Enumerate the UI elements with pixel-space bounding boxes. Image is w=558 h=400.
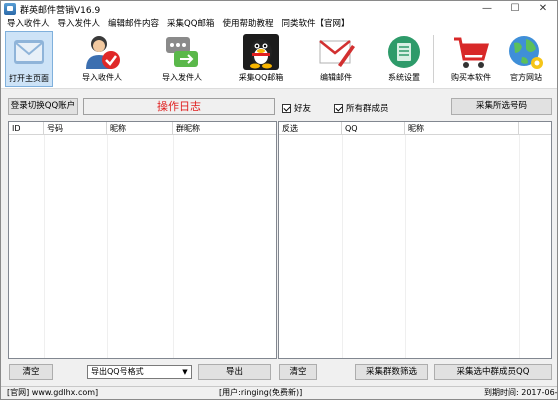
status-website[interactable]: [官网] www.gdlhx.com] [7,387,98,400]
tool-label: 导入收件人 [82,73,122,82]
menu-collect-qq-mail[interactable]: 采集QQ邮箱 [163,17,218,31]
grid-column-line [519,135,520,358]
window-title: 群英邮件营销V16.9 [20,5,101,16]
user-check-icon [86,36,120,69]
status-expiry: 到期时间: 2017-06-25 [484,388,558,397]
toolbar: 打开主页面 导入收件人 导入发件人 采集QQ邮箱 编辑邮件 系统设置 购买本软件… [1,31,557,89]
tool-label: 打开主页面 [9,74,49,83]
tool-label: 编辑邮件 [320,73,352,82]
status-user: [用户:ringing(免费新)] [219,388,303,397]
close-button[interactable]: ✕ [529,1,557,17]
friends-checkbox[interactable]: 好友 [282,102,311,114]
chevron-down-icon[interactable]: ▼ [179,366,191,378]
collect-selected-button[interactable]: 采集所选号码 [451,98,552,115]
tool-label: 导入发件人 [162,73,202,82]
clear-right-button[interactable]: 清空 [279,364,317,380]
tool-import-recipients[interactable]: 导入收件人 [73,31,131,87]
login-switch-qq-button[interactable]: 登录切换QQ账户 [8,98,78,115]
shopping-cart-icon [454,37,489,68]
qq-penguin-icon [243,34,279,70]
menu-bar: 导入收件人 导入发件人 编辑邮件内容 采集QQ邮箱 使用帮助教程 同类软件【官网… [1,17,557,31]
minimize-button[interactable]: — [473,1,501,17]
menu-import-senders[interactable]: 导入发件人 [54,17,105,31]
mail-pen-icon [319,40,355,67]
log-grid-header: ID 号码 昵称 群昵称 [9,122,276,135]
tool-settings[interactable]: 系统设置 [379,31,429,87]
all-members-checkbox-label: 所有群成员 [346,104,389,114]
column-qq[interactable]: QQ [342,122,405,135]
grid-column-line [44,135,45,358]
column-number[interactable]: 号码 [44,122,107,135]
status-bar: [官网] www.gdlhx.com] [用户:ringing(免费新)] 到期… [1,386,558,400]
settings-book-icon [388,36,420,68]
envelope-icon [14,40,44,64]
toolbar-separator [433,35,434,83]
globe-icon [509,36,543,69]
friends-checkbox-label: 好友 [294,104,312,114]
menu-import-recipients[interactable]: 导入收件人 [1,17,54,31]
tool-label: 官方网站 [510,73,542,82]
tool-edit-mail[interactable]: 编辑邮件 [309,31,363,87]
tool-label: 采集QQ邮箱 [238,73,284,82]
menu-edit-mail[interactable]: 编辑邮件内容 [104,17,163,31]
column-group-nickname[interactable]: 群昵称 [173,122,277,135]
app-window: 群英邮件营销V16.9 — ☐ ✕ 导入收件人 导入发件人 编辑邮件内容 采集Q… [0,0,558,400]
export-format-select[interactable]: 导出QQ号格式 ▼ [87,365,192,379]
grid-column-line [342,135,343,358]
grid-column-line [173,135,174,358]
column-nickname[interactable]: 昵称 [405,122,519,135]
tool-official-site[interactable]: 官方网站 [501,31,551,87]
checkbox-checked[interactable] [282,103,291,113]
group-grid-header: 反选 QQ 昵称 [279,122,551,135]
tool-import-senders[interactable]: 导入发件人 [153,31,211,87]
export-format-value: 导出QQ号格式 [91,367,144,376]
window-controls: — ☐ ✕ [473,1,557,17]
tool-open-home[interactable]: 打开主页面 [5,31,53,87]
tool-collect-qq[interactable]: 采集QQ邮箱 [235,31,287,87]
menu-help[interactable]: 使用帮助教程 [218,17,277,31]
tool-label: 系统设置 [388,73,420,82]
maximize-button[interactable]: ☐ [501,1,529,17]
tool-label: 购买本软件 [451,73,491,82]
all-members-checkbox[interactable]: 所有群成员 [334,102,389,114]
checkbox-checked[interactable] [334,103,343,113]
export-button[interactable]: 导出 [198,364,271,380]
app-logo-icon [4,3,16,15]
log-grid[interactable]: ID 号码 昵称 群昵称 [8,121,277,359]
menu-similar-software[interactable]: 同类软件【官网】 [277,17,353,31]
operation-log-title: 操作日志 [83,98,275,115]
group-grid[interactable]: 反选 QQ 昵称 [278,121,552,359]
column-id[interactable]: ID [9,122,44,135]
column-invert-select[interactable]: 反选 [279,122,342,135]
tool-buy[interactable]: 购买本软件 [445,31,497,87]
clear-left-button[interactable]: 清空 [9,364,53,380]
filter-by-group-count-button[interactable]: 采集群数筛选 [355,364,428,380]
chat-arrow-icon [166,37,198,67]
column-nickname[interactable]: 昵称 [107,122,173,135]
grid-column-line [107,135,108,358]
collect-selected-members-button[interactable]: 采集选中群成员QQ [434,364,552,380]
grid-column-line [405,135,406,358]
title-bar: 群英邮件营销V16.9 — ☐ ✕ [1,1,557,17]
